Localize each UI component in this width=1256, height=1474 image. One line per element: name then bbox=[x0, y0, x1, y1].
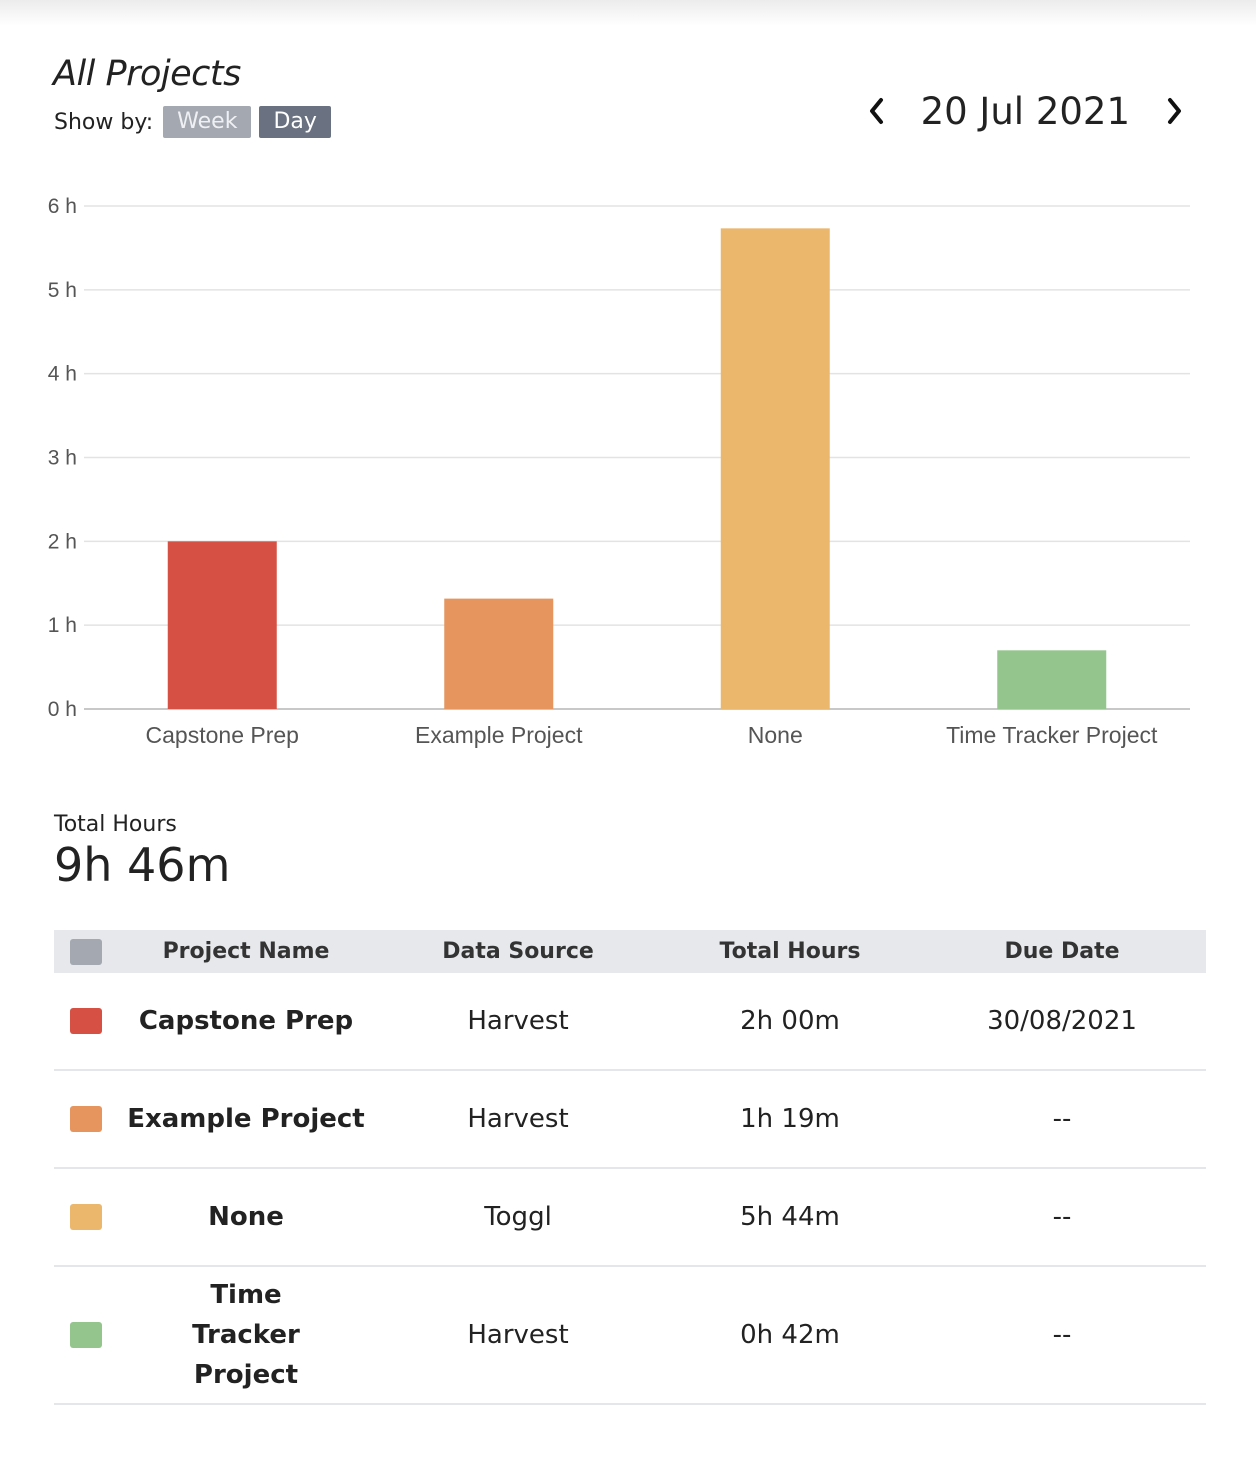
project-color-swatch bbox=[70, 1322, 102, 1348]
bar bbox=[167, 541, 277, 709]
day-button[interactable]: Day bbox=[259, 106, 331, 138]
project-color-swatch bbox=[70, 1204, 102, 1230]
page-title: All Projects bbox=[53, 54, 241, 94]
week-button[interactable]: Week bbox=[163, 106, 252, 138]
total-hours: 2h 00m bbox=[740, 1006, 840, 1036]
y-tick-label: 5 h bbox=[48, 279, 77, 302]
data-source: Harvest bbox=[467, 1104, 569, 1134]
y-tick-label: 2 h bbox=[48, 530, 77, 553]
date-navigator: 20 Jul 2021 bbox=[857, 86, 1194, 136]
due-date: 30/08/2021 bbox=[987, 1006, 1137, 1036]
due-date: -- bbox=[1052, 1104, 1072, 1134]
table-header: Project Name Data Source Total Hours Due… bbox=[54, 930, 1206, 973]
table-row[interactable]: Capstone Prep Harvest 2h 00m 30/08/2021 bbox=[54, 973, 1206, 1071]
hours-bar-chart: 0 h 1 h 2 h 3 h 4 h 5 h 6 h Capstone Prep Exampl… bbox=[48, 195, 1190, 748]
project-name: Capstone Prep bbox=[138, 1006, 354, 1036]
y-tick-label: 3 h bbox=[48, 447, 77, 470]
bar bbox=[444, 598, 554, 709]
x-tick-label: Example Project bbox=[415, 722, 583, 748]
project-name: Time Tracker Project bbox=[192, 1280, 300, 1390]
total-hours: 0h 42m bbox=[740, 1320, 840, 1350]
project-name: Example Project bbox=[127, 1104, 365, 1134]
x-tick-label: None bbox=[748, 722, 803, 748]
table-row[interactable]: None Toggl 5h 44m -- bbox=[54, 1169, 1206, 1267]
y-tick-label: 4 h bbox=[48, 363, 77, 386]
chevron-left-icon[interactable] bbox=[857, 86, 897, 136]
bar bbox=[720, 228, 830, 710]
project-name: None bbox=[208, 1202, 284, 1232]
show-by-label: Show by: bbox=[54, 109, 154, 135]
y-tick-label: 0 h bbox=[48, 698, 77, 721]
x-tick-label: Time Tracker Project bbox=[946, 722, 1158, 748]
total-hours: 1h 19m bbox=[740, 1104, 840, 1134]
show-by-controls: Show by: Week Day bbox=[54, 106, 339, 138]
table-row[interactable]: Example Project Harvest 1h 19m -- bbox=[54, 1071, 1206, 1169]
header-project-name[interactable]: Project Name bbox=[118, 939, 374, 964]
top-shadow bbox=[0, 0, 1256, 26]
project-color-swatch bbox=[70, 1106, 102, 1132]
current-date: 20 Jul 2021 bbox=[920, 89, 1130, 133]
header-data-source[interactable]: Data Source bbox=[374, 939, 662, 964]
table-row[interactable]: Time Tracker Project Harvest 0h 42m -- bbox=[54, 1267, 1206, 1405]
y-tick-label: 6 h bbox=[48, 195, 77, 218]
total-hours-value: 9h 46m bbox=[54, 838, 231, 892]
bar bbox=[997, 650, 1107, 709]
data-source: Harvest bbox=[467, 1006, 569, 1036]
total-hours: 5h 44m bbox=[740, 1202, 840, 1232]
x-tick-label: Capstone Prep bbox=[146, 722, 299, 748]
project-color-swatch bbox=[70, 1008, 102, 1034]
y-tick-label: 1 h bbox=[48, 614, 77, 637]
due-date: -- bbox=[1052, 1202, 1072, 1232]
data-source: Toggl bbox=[484, 1202, 552, 1232]
due-date: -- bbox=[1052, 1320, 1072, 1350]
data-source: Harvest bbox=[467, 1320, 569, 1350]
chevron-right-icon[interactable] bbox=[1154, 86, 1194, 136]
projects-table: Project Name Data Source Total Hours Due… bbox=[54, 930, 1206, 1405]
header-due-date[interactable]: Due Date bbox=[918, 939, 1206, 964]
header-color-swatch bbox=[70, 938, 102, 965]
total-hours-label: Total Hours bbox=[54, 812, 177, 837]
header-total-hours[interactable]: Total Hours bbox=[662, 939, 918, 964]
